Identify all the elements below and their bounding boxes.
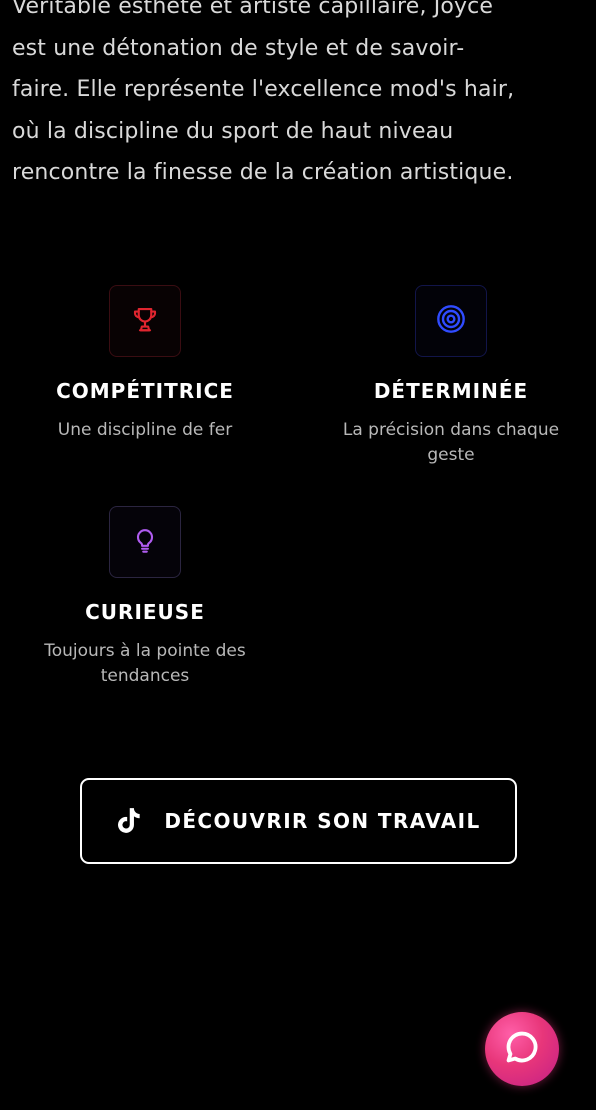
target-icon (435, 303, 467, 339)
chat-button[interactable] (485, 1012, 559, 1086)
trait-icon-box (109, 506, 181, 578)
tiktok-icon (116, 807, 142, 835)
trait-title: COMPÉTITRICE (56, 379, 234, 403)
trait-icon-box (415, 285, 487, 357)
trait-description: La précision dans chaque geste (306, 418, 596, 468)
trait-description: Une discipline de fer (0, 418, 290, 443)
trait-description-line: La précision dans chaque (342, 420, 560, 440)
lightbulb-icon (131, 526, 159, 558)
trait-icon-box (109, 285, 181, 357)
discover-work-button[interactable]: DÉCOUVRIR SON TRAVAIL (80, 778, 517, 864)
discover-work-label: DÉCOUVRIR SON TRAVAIL (164, 809, 481, 833)
intro-paragraph: Véritable esthète et artiste capillaire,… (12, 0, 592, 194)
trait-title: CURIEUSE (85, 600, 205, 624)
trophy-icon (130, 304, 160, 338)
trait-description-line: geste (427, 445, 475, 465)
intro-line: Véritable esthète et artiste capillaire,… (12, 0, 494, 19)
intro-line: faire. Elle représente l'excellence mod'… (12, 77, 515, 102)
intro-line: est une détonation de style et de savoir… (12, 35, 465, 61)
trait-description-line: Toujours à la pointe des (44, 641, 246, 661)
trait-title: DÉTERMINÉE (373, 379, 529, 403)
trait-description: Toujours à la pointe des tendances (0, 639, 290, 689)
trait-description-line: Une discipline de fer (57, 420, 233, 440)
trait-description-line: tendances (100, 666, 190, 686)
intro-line: où la discipline du sport de haut niveau (12, 118, 454, 144)
intro-line: rencontre la finesse de la création arti… (12, 160, 514, 185)
chat-bubble-icon (503, 1028, 541, 1070)
